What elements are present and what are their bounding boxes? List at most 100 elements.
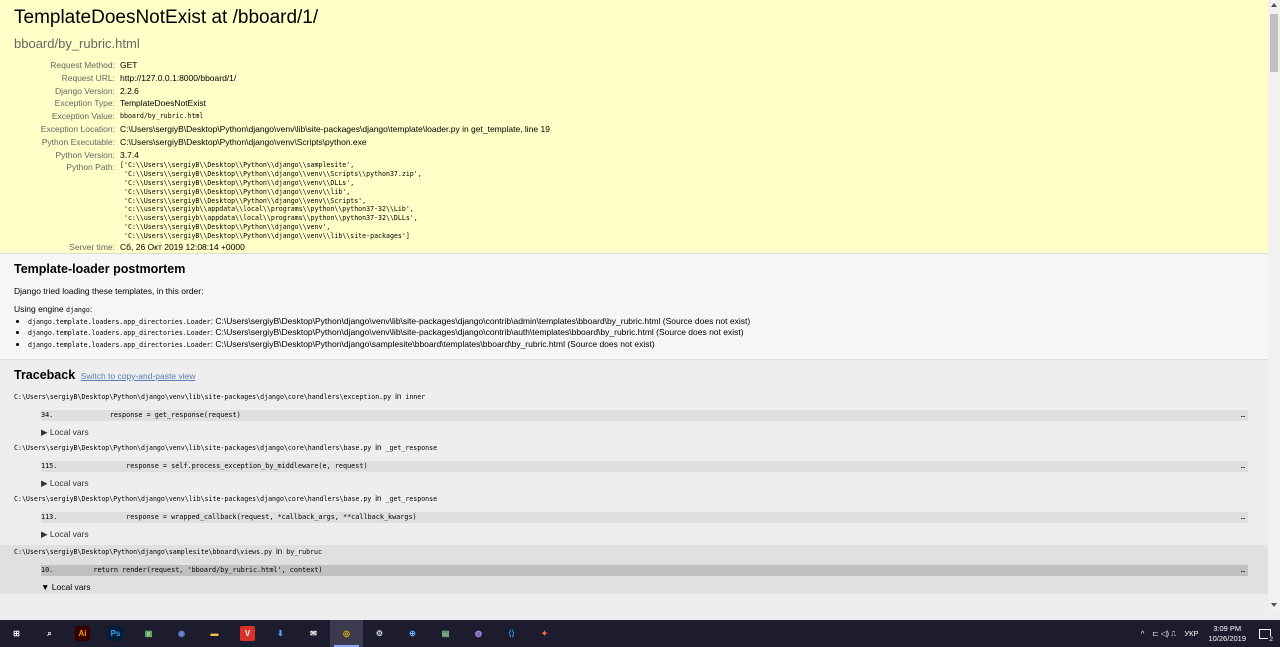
frame-context-line[interactable]: 113. response = wrapped_callback(request… [41, 512, 1248, 523]
code-text: response = get_response(request) [77, 411, 241, 419]
expand-context-icon[interactable]: … [1241, 461, 1245, 472]
vertical-scrollbar[interactable] [1268, 0, 1280, 611]
photoshop-icon-glyph: Ps [108, 626, 123, 641]
steam-icon-glyph: ⚙ [375, 629, 384, 638]
terminal-icon[interactable]: ▤ [429, 620, 462, 647]
frame-function: _get_response [385, 444, 438, 452]
windows-taskbar: ⊞ ⌕ Ai Ps ▣ ◉ ▬ V ⬇ ✉ ◎ ⚙ ⊕ ▤ ◍ ⟨⟩ ✦ ^ ⊏ ◁) ⎍ УКР 3:09 P… [0, 620, 1280, 647]
meta-row: Python Executable: C:\Users\sergiyB\Deskt… [14, 136, 550, 149]
search-icon-glyph: ⌕ [47, 628, 52, 638]
installer-icon[interactable]: ⬇ [264, 620, 297, 647]
discord-icon-glyph: ◉ [178, 629, 185, 638]
app-red-icon-glyph: ✦ [541, 629, 548, 638]
meta-row: Exception Value: bboard/by_rubric.html [14, 110, 550, 123]
frame-context-line[interactable]: 10. return render(request, 'bboard/by_ru… [41, 565, 1248, 576]
illustrator-icon[interactable]: Ai [66, 620, 99, 647]
meta-row: Request Method: GET [14, 59, 550, 72]
image-viewer-icon[interactable]: ▣ [132, 620, 165, 647]
terminal-icon-glyph: ▤ [441, 629, 450, 638]
frame-filename: C:\Users\sergiyB\Desktop\Python\django\v… [14, 392, 426, 401]
expand-context-icon[interactable]: … [1241, 512, 1245, 523]
traceback-heading: Traceback Switch to copy-and-paste view [14, 368, 196, 382]
meta-value: GET [120, 60, 138, 70]
media-player-icon[interactable]: ◍ [462, 620, 495, 647]
mail-icon[interactable]: ✉ [297, 620, 330, 647]
engine-line: Using engine django: [14, 304, 93, 314]
photoshop-icon[interactable]: Ps [99, 620, 132, 647]
notification-center-icon[interactable]: 2 [1254, 620, 1276, 647]
code-text: return render(request, 'bboard/by_rubric… [77, 566, 323, 574]
local-vars-toggle[interactable]: ▶ Local vars [41, 427, 1254, 437]
frame-context-line[interactable]: 34. response = get_response(request) … [41, 410, 1248, 421]
traceback-frame: C:\Users\sergiyB\Desktop\Python\django\s… [0, 545, 1268, 594]
server-time-value: Сб, 26 Окт 2019 12:08:14 +0000 [120, 241, 245, 252]
system-tray: ^ ⊏ ◁) ⎍ УКР 3:09 PM 10/26/2019 2 [1137, 620, 1280, 647]
template-path: : C:\Users\sergiyB\Desktop\Python\django… [210, 338, 655, 349]
tray-chevron-icon[interactable]: ^ [1141, 629, 1145, 638]
expand-context-icon[interactable]: … [1241, 565, 1245, 576]
meta-label: Django Version: [54, 85, 115, 96]
discord-icon[interactable]: ◉ [165, 620, 198, 647]
code-text: response = self.process_exception_by_mid… [77, 462, 368, 470]
clock-time: 3:09 PM [1213, 623, 1242, 633]
frame-function: inner [405, 393, 426, 401]
vscode-icon-glyph: ⟨⟩ [508, 629, 515, 638]
meta-value: C:\Users\sergiyB\Desktop\Python\django\v… [120, 123, 550, 134]
postmortem-item: django.template.loaders.app_directories.… [28, 339, 1254, 350]
template-path: : C:\Users\sergiyB\Desktop\Python\django… [210, 327, 744, 338]
template-loader-postmortem: Template-loader postmortem Django tried … [0, 254, 1268, 360]
vscode-icon[interactable]: ⟨⟩ [495, 620, 528, 647]
local-vars-toggle[interactable]: ▼ Local vars [41, 582, 1254, 592]
scroll-up-arrow-icon[interactable] [1271, 3, 1277, 7]
loader-name: django.template.loaders.app_directories.… [28, 318, 211, 326]
chrome-icon[interactable]: ◎ [330, 620, 363, 647]
app-red-icon[interactable]: ✦ [528, 620, 561, 647]
meta-label: Exception Value: [51, 111, 115, 122]
vivaldi-icon[interactable]: V [231, 620, 264, 647]
browser-viewport: TemplateDoesNotExist at /bboard/1/ bboar… [0, 0, 1268, 611]
meta-row: Request URL: http://127.0.0.1:8000/bboard… [14, 72, 550, 85]
search-icon[interactable]: ⌕ [33, 620, 66, 647]
meta-row: Exception Location: C:\Users\sergiyB\Desk… [14, 123, 550, 136]
network-globe-icon[interactable]: ⊕ [396, 620, 429, 647]
switch-view-link[interactable]: Switch to copy-and-paste view [81, 371, 196, 381]
meta-value: bboard/by_rubric.html [120, 112, 204, 121]
template-path: : C:\Users\sergiyB\Desktop\Python\django… [210, 316, 751, 326]
installer-icon-glyph: ⬇ [277, 629, 284, 638]
mail-icon-glyph: ✉ [310, 629, 317, 638]
taskbar-clock[interactable]: 3:09 PM 10/26/2019 [1208, 624, 1246, 644]
meta-label: Request URL: [61, 72, 115, 83]
meta-label: Python Version: [55, 149, 115, 160]
error-subtitle: bboard/by_rubric.html [14, 36, 140, 51]
request-meta-table: Request Method: GET Request URL: http://127… [14, 59, 550, 253]
windows-start-icon[interactable]: ⊞ [0, 620, 33, 647]
python-path-label: Python Path: [66, 162, 115, 173]
python-path-value: ['C:\\Users\\sergiyB\\Desktop\\Python\\d… [120, 161, 422, 240]
scrollbar-thumb[interactable] [1270, 14, 1278, 72]
local-vars-toggle[interactable]: ▶ Local vars [41, 529, 1254, 539]
error-title: TemplateDoesNotExist at /bboard/1/ [14, 7, 319, 28]
frame-context-line[interactable]: 115. response = self.process_exception_b… [41, 461, 1248, 472]
language-indicator[interactable]: УКР [1184, 629, 1198, 638]
meta-value: C:\Users\sergiyB\Desktop\Python\django\v… [120, 136, 367, 147]
meta-row: Django Version: 2.2.6 [14, 85, 550, 98]
frame-function: _get_response [385, 495, 438, 503]
line-number: 115. [41, 462, 58, 470]
meta-label: Python Executable: [41, 136, 115, 147]
meta-label: Request Method: [50, 60, 115, 70]
tray-status-icons[interactable]: ⊏ ◁) ⎍ [1152, 629, 1176, 639]
file-explorer-icon-glyph: ▬ [210, 629, 219, 638]
file-explorer-icon[interactable]: ▬ [198, 620, 231, 647]
local-vars-toggle[interactable]: ▶ Local vars [41, 478, 1254, 488]
postmortem-intro: Django tried loading these templates, in… [14, 286, 204, 296]
taskbar-icons: ⊞ ⌕ Ai Ps ▣ ◉ ▬ V ⬇ ✉ ◎ ⚙ ⊕ ▤ ◍ ⟨⟩ ✦ [0, 620, 561, 647]
meta-row: Exception Type: TemplateDoesNotExist [14, 97, 550, 110]
network-globe-icon-glyph: ⊕ [409, 629, 416, 638]
traceback-frames: C:\Users\sergiyB\Desktop\Python\django\v… [0, 392, 1268, 594]
expand-context-icon[interactable]: … [1241, 410, 1245, 421]
line-number: 34. [41, 411, 54, 419]
meta-value: TemplateDoesNotExist [120, 98, 206, 109]
steam-icon[interactable]: ⚙ [363, 620, 396, 647]
chrome-icon-glyph: ◎ [343, 629, 350, 638]
scroll-down-arrow-icon[interactable] [1271, 603, 1277, 607]
